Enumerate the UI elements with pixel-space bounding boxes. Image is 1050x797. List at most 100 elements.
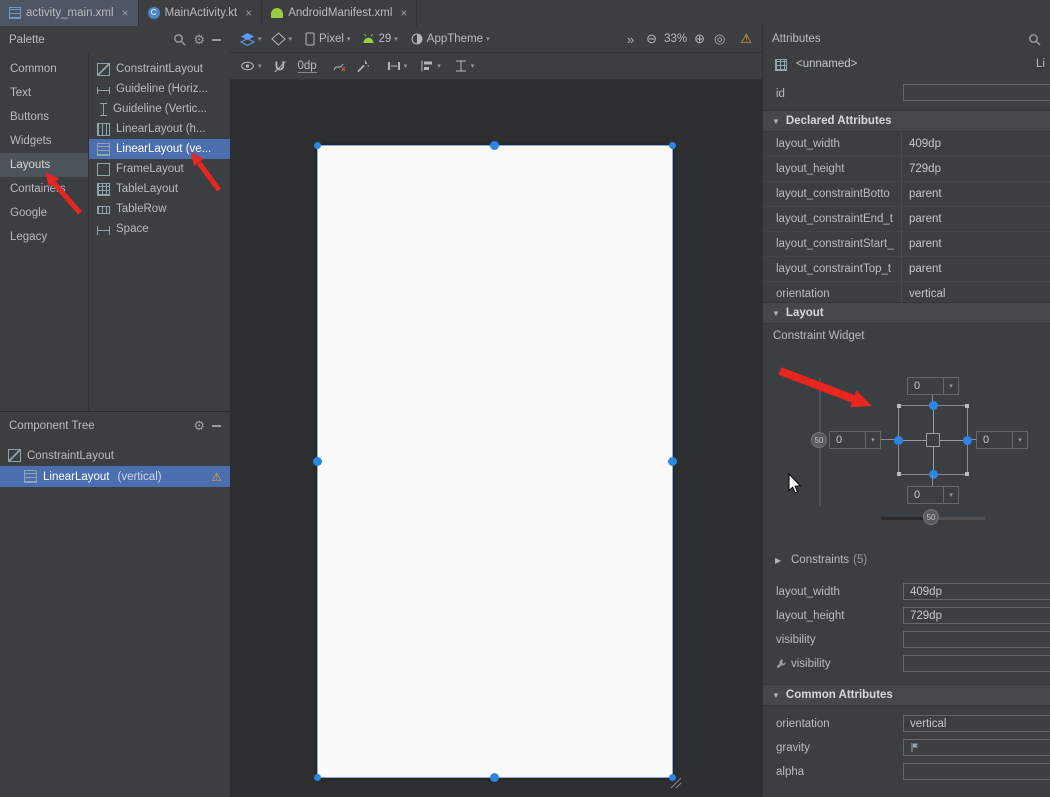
attribute-value-field[interactable]: vertical [903,715,1050,732]
zoom-in-button[interactable]: ⊕ [694,31,705,47]
palette-component[interactable]: Space [89,219,230,239]
horizontal-bias-slider[interactable]: 50 [923,509,939,525]
clear-constraints-button[interactable] [332,60,347,73]
palette-component[interactable]: FrameLayout [89,159,230,179]
resize-handle-right[interactable] [668,457,677,466]
editor-tab-bar: activity_main.xml×CMainActivity.kt×Andro… [0,0,1050,27]
kotlin-class-icon: C [148,7,160,19]
zoom-level[interactable]: 33% [664,33,687,45]
toolbar-overflow-icon[interactable]: » [627,32,634,47]
margin-left-dropdown[interactable]: 0 ▾ [829,431,881,449]
artboard-linearlayout[interactable] [318,146,672,777]
attribute-value[interactable]: vertical [909,288,945,300]
palette-category-containers[interactable]: Containers [0,177,88,201]
palette-category-google[interactable]: Google [0,201,88,225]
resize-handle-top[interactable] [490,141,499,150]
default-margin-button[interactable]: 0dp [298,60,317,73]
theme-dropdown[interactable]: AppTheme ▾ [410,32,490,46]
attribute-value[interactable]: parent [909,238,942,250]
attribute-value[interactable]: 409dp [909,138,941,150]
align-dropdown[interactable]: ▾ [420,59,441,73]
attribute-value[interactable]: parent [909,188,942,200]
palette-component[interactable]: LinearLayout (h... [89,119,230,139]
constraint-anchor-left[interactable] [894,436,903,445]
api-level-dropdown[interactable]: 29 ▾ [362,33,397,45]
canvas-resize-gripper[interactable] [668,775,682,789]
gear-icon[interactable]: ⚙ [193,33,205,46]
palette-category-legacy[interactable]: Legacy [0,225,88,249]
design-canvas[interactable] [230,81,762,797]
palette-component[interactable]: Guideline (Horiz... [89,79,230,99]
constraint-widget-square[interactable] [898,405,968,475]
hide-panel-icon[interactable] [212,425,221,427]
chevron-down-icon: ▾ [943,487,958,503]
tab-close-icon[interactable]: × [245,6,252,20]
palette-category-text[interactable]: Text [0,81,88,105]
palette-component[interactable]: ConstraintLayout [89,59,230,79]
variants-dropdown[interactable]: ▾ [240,32,262,46]
resize-handle-top-right[interactable] [669,142,676,149]
palette-category-layouts[interactable]: Layouts [0,153,88,177]
component-tree-item[interactable]: LinearLayout(vertical)⚠ [0,466,230,487]
layout-section-header[interactable]: ▼ Layout [763,302,1050,324]
constraints-expander[interactable]: ▶ Constraints(5) [763,548,1050,572]
attribute-value-field[interactable]: 729dp [903,607,1050,624]
view-options-dropdown[interactable]: ▾ [240,60,262,72]
vertical-bias-slider[interactable]: 50 [811,432,827,448]
editor-tab[interactable]: AndroidManifest.xml× [262,0,417,26]
design-mode-dropdown[interactable]: ▾ [271,32,293,46]
attribute-value-field[interactable] [903,763,1050,780]
attribute-value-field[interactable] [903,739,1050,756]
palette-component-label: LinearLayout (ve... [116,143,211,155]
attribute-value[interactable]: 729dp [909,163,941,175]
declared-attribute-row: layout_constraintBottoparent [763,182,1050,207]
infer-constraints-button[interactable] [356,60,370,73]
chevron-down-icon: ▾ [865,432,880,448]
attribute-value-field[interactable]: 409dp [903,583,1050,600]
margin-top-dropdown[interactable]: 0 ▾ [907,377,959,395]
resize-handle-left[interactable] [313,457,322,466]
tab-close-icon[interactable]: × [122,6,129,20]
palette-component[interactable]: LinearLayout (ve... [89,139,230,159]
common-attributes-section-header[interactable]: ▼ Common Attributes [763,684,1050,706]
component-tree-item[interactable]: ConstraintLayout [0,445,230,466]
search-icon[interactable] [1028,33,1041,46]
autoconnect-toggle[interactable] [273,60,287,73]
search-icon[interactable] [173,33,186,46]
tab-close-icon[interactable]: × [400,6,407,20]
margin-bottom-dropdown[interactable]: 0 ▾ [907,486,959,504]
id-input[interactable] [903,84,1050,101]
palette-category-widgets[interactable]: Widgets [0,129,88,153]
palette-component[interactable]: Guideline (Vertic... [89,99,230,119]
editor-tab[interactable]: CMainActivity.kt× [139,0,263,26]
palette-component[interactable]: TableRow [89,199,230,219]
constraints-count: (5) [853,554,867,566]
palette-category-common[interactable]: Common [0,57,88,81]
constraint-anchor-top[interactable] [929,401,938,410]
palette-category-buttons[interactable]: Buttons [0,105,88,129]
phone-icon [304,32,316,46]
margin-right-dropdown[interactable]: 0 ▾ [976,431,1028,449]
resize-handle-bottom[interactable] [490,773,499,782]
gear-icon[interactable]: ⚙ [193,419,205,432]
device-dropdown[interactable]: Pixel ▾ [304,32,350,46]
declared-attributes-section-header[interactable]: ▼ Declared Attributes [763,110,1050,132]
constraint-anchor-right[interactable] [963,436,972,445]
pack-dropdown[interactable]: ▾ [387,59,408,73]
attribute-value[interactable]: parent [909,263,942,275]
constraint-anchor-bottom[interactable] [929,470,938,479]
warnings-errors-icon[interactable]: ⚠ [740,31,752,47]
attribute-value-field[interactable] [903,655,1050,672]
attribute-value-field[interactable] [903,631,1050,648]
layout-attribute-row: visibility [763,628,1050,652]
resize-handle-bottom-left[interactable] [314,774,321,781]
editor-tab[interactable]: activity_main.xml× [0,0,139,26]
zoom-to-fit-button[interactable]: ◎ [714,31,725,47]
attribute-value[interactable]: parent [909,213,942,225]
guidelines-dropdown[interactable]: ▾ [454,59,475,73]
resize-handle-top-left[interactable] [314,142,321,149]
hide-panel-icon[interactable] [212,39,221,41]
zoom-out-button[interactable]: ⊖ [646,31,657,47]
constraint-widget-center [926,433,940,447]
palette-component[interactable]: TableLayout [89,179,230,199]
